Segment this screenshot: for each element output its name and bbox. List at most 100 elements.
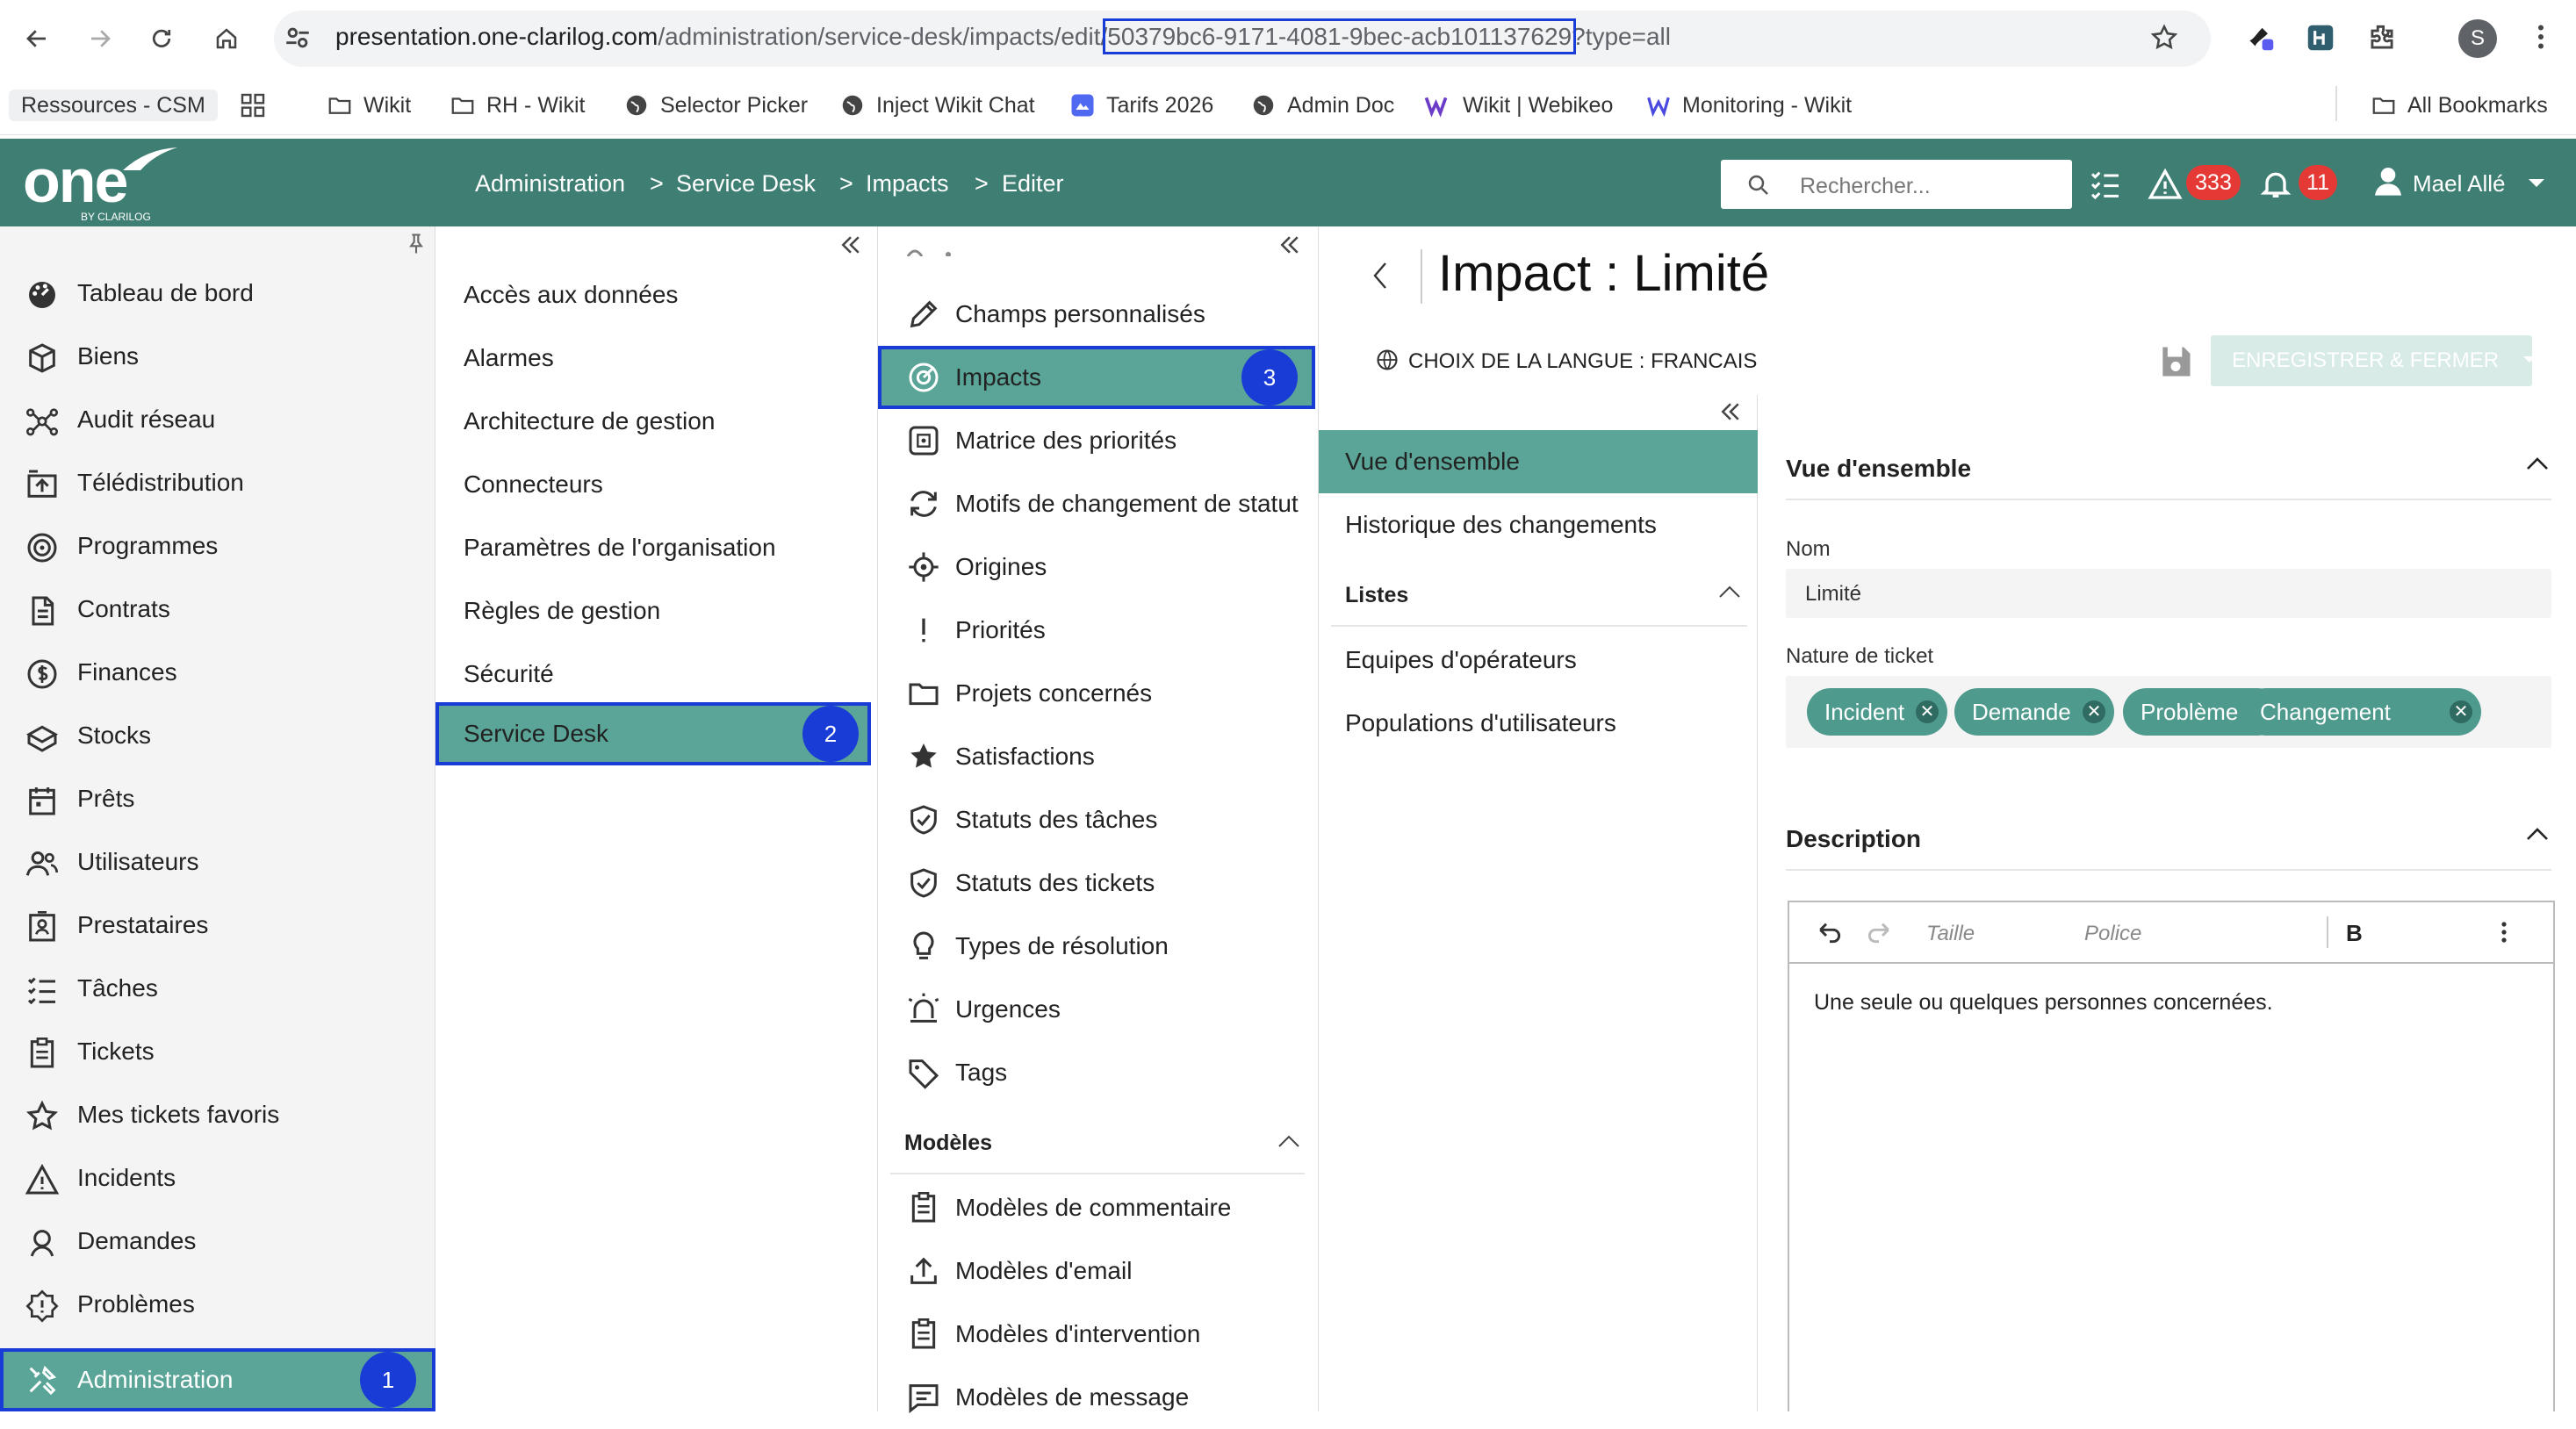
chevron-up-icon[interactable] — [2525, 825, 2550, 843]
remove-chip-icon[interactable]: ✕ — [1916, 700, 1939, 723]
back-icon[interactable] — [18, 19, 56, 58]
alerts-count-badge[interactable]: 333 — [2186, 165, 2241, 200]
checklist-icon[interactable] — [2088, 167, 2123, 202]
breadcrumb-item[interactable]: Service Desk — [676, 170, 816, 197]
url-text[interactable]: presentation.one-clarilog.com/administra… — [335, 18, 1671, 54]
model-menu-item[interactable]: Modèles d'email — [878, 1239, 1317, 1303]
undo-icon[interactable] — [1816, 920, 1844, 944]
bookmark-item[interactable]: Selector Picker — [623, 90, 808, 121]
chevron-up-icon[interactable] — [1717, 583, 1742, 600]
bookmark-item[interactable]: Wikit | Webikeo — [1424, 90, 1613, 121]
bookmark-star-icon[interactable] — [2149, 23, 2179, 53]
sidebar-item-administration[interactable]: Administration 1 — [0, 1348, 435, 1411]
back-chevron-icon[interactable] — [1370, 260, 1391, 291]
more-options-icon[interactable] — [2493, 918, 2515, 946]
ticket-nature-chip[interactable]: Demande ✕ — [1954, 688, 2114, 736]
description-editor[interactable] — [1788, 901, 2555, 1411]
collapse-double-left-icon[interactable] — [838, 232, 864, 258]
service-desk-menu-item[interactable]: Priorités — [878, 599, 1317, 662]
bell-icon[interactable] — [2258, 167, 2293, 202]
admin-menu-item[interactable]: Accès aux données — [435, 263, 871, 327]
section-models-header[interactable]: Modèles — [904, 1131, 992, 1156]
chevron-up-icon[interactable] — [2525, 455, 2550, 472]
collapse-double-left-icon[interactable] — [1277, 232, 1303, 258]
model-menu-item[interactable]: Modèles de message — [878, 1366, 1317, 1429]
site-info-icon[interactable] — [283, 23, 313, 53]
service-desk-menu-item[interactable]: Matrice des priorités — [878, 409, 1317, 472]
font-family-select[interactable]: Police — [2084, 922, 2141, 946]
tab-history[interactable]: Historique des changements — [1319, 493, 1758, 557]
admin-item-service-desk[interactable]: Service Desk 2 — [435, 702, 871, 765]
bookmark-item[interactable]: Inject Wikit Chat — [839, 90, 1035, 121]
model-menu-item[interactable]: Modèles d'intervention — [878, 1303, 1317, 1366]
save-icon[interactable] — [2156, 342, 2195, 381]
bookmark-folder[interactable]: RH - Wikit — [450, 90, 585, 121]
redo-icon[interactable] — [1865, 920, 1893, 944]
notifications-count-badge[interactable]: 11 — [2299, 165, 2337, 200]
chevron-up-icon[interactable] — [1277, 1132, 1301, 1150]
bookmark-item[interactable]: Admin Doc — [1250, 90, 1394, 121]
sidebar-item[interactable]: Stocks — [0, 704, 435, 767]
bookmark-item[interactable]: Monitoring - Wikit — [1645, 90, 1852, 121]
puzzle-icon[interactable] — [2365, 21, 2399, 54]
user-menu-chevron-icon[interactable] — [2527, 177, 2546, 190]
language-selector[interactable]: CHOIX DE LA LANGUE : FRANCAIS — [1408, 349, 1757, 374]
tab-user-populations[interactable]: Populations d'utilisateurs — [1319, 692, 1758, 755]
lists-header[interactable]: Listes — [1345, 583, 1408, 608]
bookmark-item[interactable]: Ressources - CSM — [9, 90, 218, 121]
breadcrumb-item[interactable]: Impacts — [866, 170, 949, 197]
admin-menu-item[interactable]: Sécurité — [435, 643, 871, 706]
app-extension-icon[interactable] — [2304, 21, 2337, 54]
ticket-nature-chip[interactable]: Incident ✕ — [1807, 688, 1947, 736]
service-desk-menu-item[interactable]: Origines — [878, 535, 1317, 599]
service-desk-menu-item[interactable]: Statuts des tâches — [878, 788, 1317, 851]
sidebar-item[interactable]: Utilisateurs — [0, 830, 435, 894]
sidebar-item[interactable]: Problèmes — [0, 1273, 435, 1336]
admin-menu-item[interactable]: Architecture de gestion — [435, 390, 871, 453]
sidebar-item[interactable]: Télédistribution — [0, 451, 435, 514]
service-desk-menu-item[interactable]: Satisfactions — [878, 725, 1317, 788]
tab-overview[interactable]: Vue d'ensemble — [1319, 430, 1758, 493]
remove-chip-icon[interactable]: ✕ — [2450, 700, 2472, 723]
sidebar-item[interactable]: Demandes — [0, 1210, 435, 1273]
sidebar-item[interactable]: Prêts — [0, 767, 435, 830]
save-options-chevron-icon[interactable] — [2522, 355, 2537, 365]
search-input[interactable]: Rechercher... — [1721, 160, 2072, 209]
sidebar-item[interactable]: Tâches — [0, 957, 435, 1020]
sidebar-item[interactable]: Finances — [0, 641, 435, 704]
breadcrumb-item[interactable]: Administration — [475, 170, 625, 197]
alert-icon[interactable] — [2148, 167, 2183, 202]
apps-grid-icon[interactable] — [239, 90, 277, 121]
app-logo[interactable]: one — [23, 146, 128, 216]
service-desk-menu-item[interactable]: Impacts 3 — [878, 346, 1315, 409]
sidebar-item[interactable]: Biens — [0, 325, 435, 388]
bookmark-item[interactable]: Tarifs 2026 — [1069, 90, 1213, 121]
admin-menu-item[interactable]: Paramètres de l'organisation — [435, 516, 871, 579]
remove-chip-icon[interactable]: ✕ — [2083, 700, 2105, 723]
service-desk-menu-item[interactable]: Types de résolution — [878, 915, 1317, 978]
ticket-nature-chip[interactable]: Changement ✕ — [2242, 688, 2481, 736]
browser-menu-icon[interactable] — [2525, 21, 2557, 53]
sidebar-item[interactable]: Tickets — [0, 1020, 435, 1083]
admin-menu-item[interactable]: Règles de gestion — [435, 579, 871, 643]
name-field[interactable]: Limité — [1786, 569, 2551, 618]
pin-icon[interactable] — [404, 232, 428, 256]
service-desk-menu-item[interactable]: Statuts des tickets — [878, 851, 1317, 915]
sidebar-item[interactable]: Incidents — [0, 1146, 435, 1210]
bold-button[interactable]: B — [2346, 920, 2363, 947]
service-desk-menu-item[interactable]: Champs personnalisés — [878, 283, 1317, 346]
service-desk-menu-item[interactable]: Motifs de changement de statut — [878, 472, 1317, 535]
service-desk-menu-item[interactable]: Projets concernés — [878, 662, 1317, 725]
user-name[interactable]: Mael Allé — [2413, 170, 2506, 197]
sidebar-item[interactable]: Audit réseau — [0, 388, 435, 451]
sidebar-item[interactable]: Mes tickets favoris — [0, 1083, 435, 1146]
profile-avatar[interactable]: S — [2458, 19, 2497, 58]
service-desk-menu-item[interactable]: Tags — [878, 1041, 1317, 1104]
reload-icon[interactable] — [142, 19, 181, 58]
admin-menu-item[interactable]: Connecteurs — [435, 453, 871, 516]
service-desk-menu-item[interactable]: Urgences — [878, 978, 1317, 1041]
extension-icon[interactable] — [2244, 21, 2277, 54]
model-menu-item[interactable]: Modèles de commentaire — [878, 1176, 1317, 1239]
bookmark-folder[interactable]: Wikit — [327, 90, 411, 121]
sidebar-item[interactable]: Programmes — [0, 514, 435, 578]
